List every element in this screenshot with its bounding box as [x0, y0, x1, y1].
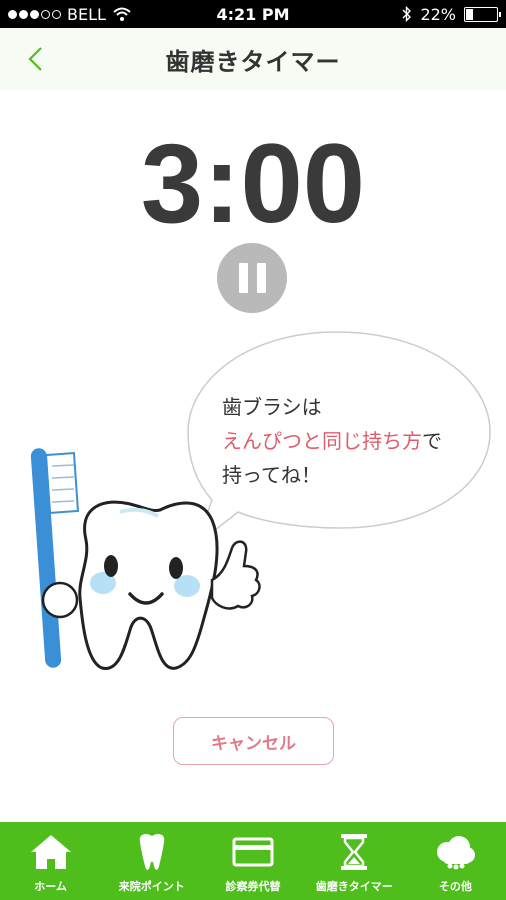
home-icon	[30, 835, 71, 869]
timer-display: 3:00	[140, 121, 366, 246]
tab-label: その他	[438, 880, 472, 893]
chevron-left-icon	[28, 47, 42, 71]
back-button[interactable]	[18, 40, 52, 78]
mascot-illustration	[30, 331, 491, 670]
status-bar: BELL 4:21 PM 22%	[0, 0, 506, 28]
tab-visit-points[interactable]: 来院ポイント	[101, 822, 202, 900]
tab-others[interactable]: その他	[405, 822, 506, 900]
bubble-line-1: 歯ブラシは	[222, 395, 322, 419]
tab-card-replacement[interactable]: 診察券代替	[202, 822, 303, 900]
bubble-line-3: 持ってね！	[222, 463, 321, 487]
mascot-left-hand	[41, 581, 79, 619]
pause-button[interactable]	[217, 243, 287, 313]
tab-label: 診察券代替	[225, 880, 281, 893]
mascot-thumbs-up-hand	[210, 540, 261, 610]
wifi-icon	[113, 7, 131, 21]
tooth-icon	[139, 834, 165, 870]
pause-icon-bar	[256, 263, 266, 293]
card-icon	[232, 837, 274, 867]
signal-strength-icon	[8, 9, 61, 19]
tab-brushing-timer[interactable]: 歯磨きタイマー	[304, 822, 405, 900]
tab-label: 歯磨きタイマー	[315, 880, 393, 893]
cloud-icon	[437, 836, 476, 870]
bubble-line-2-tail: で	[422, 429, 442, 453]
tab-label: 来院ポイント	[118, 880, 185, 893]
carrier-name: BELL	[67, 4, 106, 24]
hourglass-icon	[341, 834, 368, 870]
tab-label: ホーム	[34, 880, 67, 893]
page-title: 歯磨きタイマー	[165, 47, 341, 76]
speech-bubble-text: 歯ブラシは えんぴつと同じ持ち方で 持ってね！	[222, 390, 482, 492]
tab-home[interactable]: ホーム	[0, 822, 101, 900]
toothbrush-icon	[30, 448, 80, 668]
battery-icon	[464, 6, 501, 22]
nav-bar: 歯磨きタイマー	[0, 28, 506, 90]
cancel-button[interactable]: キャンセル	[173, 717, 334, 765]
status-left: BELL	[8, 5, 132, 24]
bluetooth-icon	[402, 6, 412, 22]
tooth-mascot	[78, 500, 219, 670]
pause-icon-bar	[238, 263, 248, 293]
status-right: 22%	[402, 4, 501, 24]
bubble-line-2: えんぴつと同じ持ち方で	[222, 424, 482, 458]
tab-bar: ホーム 来院ポイント 診察券代替 歯磨きタイマー その他	[0, 822, 506, 900]
bubble-highlight: えんぴつと同じ持ち方	[222, 429, 422, 453]
battery-percent: 22%	[420, 4, 456, 24]
